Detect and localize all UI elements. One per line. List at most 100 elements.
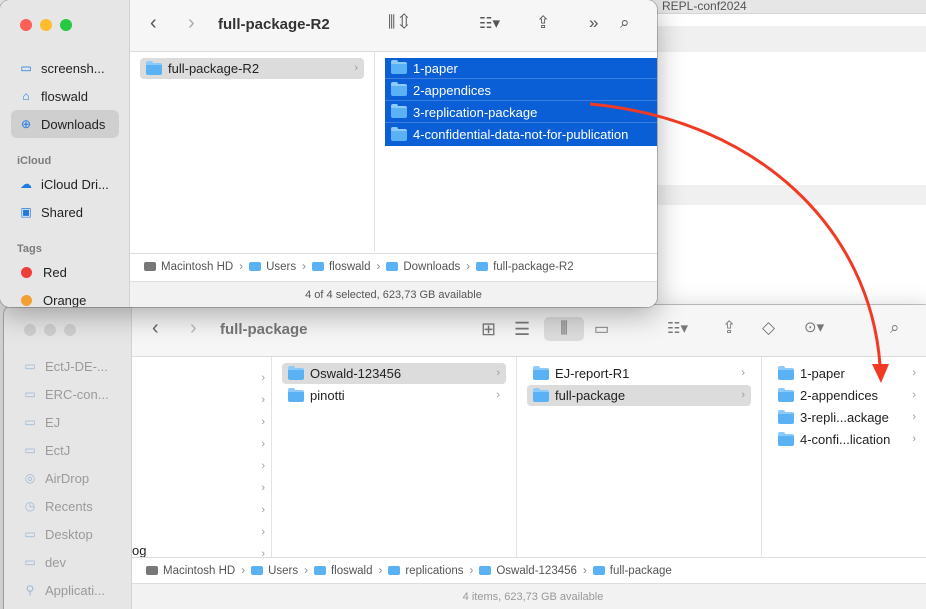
shared-folder-icon: ▣ <box>20 205 32 219</box>
sidebar-item-8[interactable]: ⚲ Applicati... <box>15 576 123 604</box>
path-segment[interactable]: Macintosh HD <box>146 565 235 577</box>
clock-icon: ◷ <box>24 499 36 513</box>
sidebar-item-icloud-1[interactable]: ▣ Shared <box>11 198 119 226</box>
sidebar-item-floswald[interactable]: ⌂ floswald <box>11 82 119 110</box>
minimize-button[interactable] <box>40 19 52 31</box>
folder-row[interactable]: 4-confi...lication › <box>772 429 922 450</box>
path-segment[interactable]: floswald <box>311 260 371 273</box>
sidebar-item-1[interactable]: ▭ ERC-con... <box>15 380 123 408</box>
share-icon[interactable]: ⇪ <box>536 13 550 33</box>
folder-icon <box>313 566 326 575</box>
folder-icon <box>388 566 401 575</box>
sidebar-item-4[interactable]: ◎ AirDrop <box>15 464 123 492</box>
more-actions-button[interactable]: ⊙▾ <box>804 318 824 336</box>
close-button[interactable] <box>24 324 36 336</box>
folder-row[interactable]: 3-repli...ackage › <box>772 407 922 428</box>
folder-row[interactable]: 1-paper › <box>772 363 922 384</box>
sidebar-item-label: floswald <box>41 88 88 104</box>
column-2: Oswald-123456 › pinotti › <box>272 357 517 557</box>
path-segment[interactable]: Users <box>249 261 296 273</box>
more-toolbar-items-button[interactable]: » <box>589 13 598 33</box>
close-button[interactable] <box>20 19 32 31</box>
path-segment[interactable]: Downloads <box>386 261 460 273</box>
sidebar-item-3[interactable]: ▭ EctJ <box>15 436 123 464</box>
folder-icon <box>533 365 549 380</box>
folder-row[interactable]: 4-confidential-data-not-for-publication <box>385 124 657 145</box>
path-segment[interactable]: floswald <box>313 565 373 577</box>
path-segment[interactable]: replications <box>388 564 464 577</box>
sidebar-item-7[interactable]: ▭ dev <box>15 548 123 576</box>
chevron-right-icon: › <box>354 62 358 74</box>
folder-row[interactable]: 3-replication-package <box>385 102 657 123</box>
column-3: EJ-report-R1 › full-package › <box>517 357 762 557</box>
desktop-icon: ▭ <box>24 527 36 541</box>
column-view-button[interactable]: ⫼ <box>544 317 584 341</box>
folder-row[interactable]: pinotti › <box>282 385 506 406</box>
view-mode-button[interactable]: ⫼ ⇕ <box>388 14 409 32</box>
folder-icon: ▭ <box>24 415 36 429</box>
folder-row[interactable]: full-package-R2 › <box>140 58 364 79</box>
path-segment[interactable]: Oswald-123456 <box>479 565 577 577</box>
folder-row[interactable]: Oswald-123456 › <box>282 363 506 384</box>
path-segment[interactable]: full-package-R2 <box>476 261 574 273</box>
folder-icon <box>778 365 794 380</box>
column-1: › › › › › › › › › og <box>132 357 272 560</box>
truncated-item[interactable]: og <box>132 543 146 558</box>
icon-view-button[interactable]: ⊞ <box>481 319 496 340</box>
sidebar-item-5[interactable]: ◷ Recents <box>15 492 123 520</box>
chevron-right-icon: › <box>741 367 745 379</box>
download-icon: ⊕ <box>20 117 32 131</box>
sidebar-section-header: Tags <box>17 243 42 255</box>
zoom-button[interactable] <box>64 324 76 336</box>
path-segment[interactable]: Macintosh HD <box>144 261 233 273</box>
folder-row[interactable]: full-package › <box>527 385 751 406</box>
path-separator: › <box>239 260 244 273</box>
path-segment-label: floswald <box>328 260 371 273</box>
sidebar-item-6[interactable]: ▭ Desktop <box>15 520 123 548</box>
sidebar-item-0[interactable]: ▭ EctJ-DE-... <box>15 352 123 380</box>
path-separator: › <box>466 260 471 273</box>
group-button[interactable]: ☷▾ <box>479 14 500 32</box>
folder-row[interactable]: 1-paper <box>385 58 657 79</box>
window-title: full-package <box>220 321 308 338</box>
forward-button[interactable]: › <box>188 12 195 35</box>
folder-row[interactable]: 2-appendices › <box>772 385 922 406</box>
folder-icon <box>778 431 794 446</box>
path-segment[interactable]: full-package <box>592 565 672 577</box>
sidebar-item-icloud-0[interactable]: ☁ iCloud Dri... <box>11 170 119 198</box>
sidebar-item-screensh[interactable]: ▭ screensh... <box>11 54 119 82</box>
sidebar-item-label: Red <box>43 264 67 280</box>
forward-button[interactable]: › <box>190 317 197 340</box>
path-segment-label: Users <box>268 564 299 577</box>
sidebar-item-label: EctJ <box>45 442 71 458</box>
back-button[interactable]: ‹ <box>152 317 159 340</box>
back-button[interactable]: ‹ <box>150 12 157 35</box>
chevron-right-icon: › <box>912 411 916 423</box>
minimize-button[interactable] <box>44 324 56 336</box>
share-icon[interactable]: ⇪ <box>722 318 736 338</box>
search-icon[interactable]: ⌕ <box>890 318 900 338</box>
sidebar-item-downloads[interactable]: ⊕ Downloads <box>11 110 119 138</box>
path-separator: › <box>302 260 306 273</box>
path-separator: › <box>241 564 246 577</box>
path-segment-label: replications <box>405 564 464 577</box>
list-view-button[interactable]: ☰ <box>514 319 530 340</box>
column-1: full-package-R2 › <box>130 52 375 252</box>
folder-icon <box>249 262 262 271</box>
gallery-view-button[interactable]: ▭ <box>594 319 609 339</box>
sidebar-item-2[interactable]: ▭ EJ <box>15 408 123 436</box>
sidebar-tag-orange[interactable]: Orange <box>11 286 119 307</box>
folder-row[interactable]: EJ-report-R1 › <box>527 363 751 384</box>
group-button[interactable]: ☷▾ <box>667 319 688 337</box>
sidebar-tag-red[interactable]: Red <box>11 258 119 286</box>
folder-label: full-package-R2 <box>168 61 260 76</box>
sidebar-item-label: dev <box>45 554 66 570</box>
tag-icon[interactable]: ◇ <box>762 318 775 338</box>
folder-label: 3-repli...ackage <box>800 410 889 425</box>
folder-icon: ▭ <box>24 387 36 401</box>
zoom-button[interactable] <box>60 19 72 31</box>
search-icon[interactable]: ⌕ <box>620 13 630 33</box>
folder-icon <box>146 60 162 75</box>
folder-row[interactable]: 2-appendices <box>385 80 657 101</box>
path-segment[interactable]: Users <box>251 565 298 577</box>
